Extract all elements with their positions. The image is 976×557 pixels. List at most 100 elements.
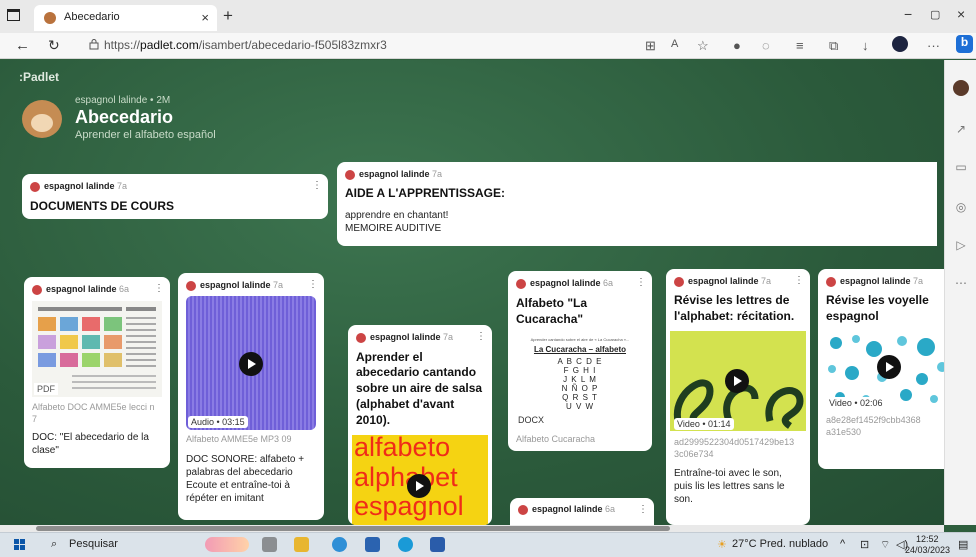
author-avatar [826,276,836,287]
tab-close-icon[interactable]: × [201,10,209,25]
thumb-word: espagnol [354,491,464,521]
card-title-line: Révise les voyelle [826,293,929,307]
author-avatar [186,280,196,291]
browser-tab-bar: Abecedario × + − ▢ × [0,0,976,33]
card-author: espagnol lalinde 7a [30,181,127,192]
card-menu-icon[interactable]: ⋮ [312,180,322,191]
card-menu-icon[interactable]: ⋮ [638,504,648,515]
card-menu-icon[interactable]: ⋮ [308,279,318,290]
section-card-aide[interactable]: espagnol lalinde 7a AIDE A L'APPRENTISSA… [337,162,937,246]
horizontal-scrollbar[interactable] [0,525,944,532]
app-icon[interactable]: ⊞ [645,38,656,54]
collections-icon[interactable]: ⧉ [829,38,838,54]
slideshow-icon[interactable]: ▭ [953,160,969,176]
more-options-icon[interactable]: ⋯ [953,276,969,292]
doc-line: U V W [565,402,595,411]
file-name: Alfabeto Cucaracha [516,434,596,444]
play-button[interactable] [877,355,901,379]
user-avatar[interactable] [953,80,969,96]
video-badge: Video • 02:06 [826,397,886,409]
window-menu-icon[interactable] [7,9,20,21]
author-avatar [32,284,42,295]
post-card-pdf[interactable]: espagnol lalinde 6a ⋮ PDF Alfabeto DOC A… [24,277,170,468]
search-icon[interactable]: ⌕ [51,538,57,551]
video-hash: a31e530 [826,427,862,437]
notification-center-icon[interactable]: ▤ [958,538,968,551]
favorite-icon[interactable]: ☆ [697,38,709,54]
back-icon[interactable]: ← [15,37,30,54]
store-icon[interactable] [365,537,380,552]
new-tab-button[interactable]: + [223,6,233,26]
tab-abecedario[interactable]: Abecedario × [34,5,217,31]
url-domain: padlet.com [140,38,199,52]
clock-time[interactable]: 12:52 [916,534,939,544]
taskbar-widget-icon[interactable] [205,537,249,552]
card-menu-icon[interactable]: ⋮ [636,277,646,288]
play-button[interactable] [239,352,263,376]
scrollbar-thumb[interactable] [36,526,670,531]
chrome-icon[interactable] [398,537,413,552]
clock-date[interactable]: 24/03/2023 [905,545,950,555]
post-card-recitation[interactable]: espagnol lalinde 7a ⋮ Révise les lettres… [666,269,810,525]
refresh-icon[interactable]: ↻ [48,37,60,54]
doc-line: N Ñ O P [561,384,599,393]
maximize-button[interactable]: ▢ [930,8,940,21]
play-slideshow-icon[interactable]: ▷ [953,238,969,254]
weather-text[interactable]: 27°C Pred. nublado [732,538,828,550]
card-author: espagnol lalinde 6a [518,504,615,515]
shield-icon[interactable]: ● [733,38,741,53]
section-card-documents[interactable]: espagnol lalinde 7a ⋮ DOCUMENTS DE COURS [22,174,328,219]
card-text-line: apprendre en chantant! [345,210,449,221]
post-card-audio[interactable]: espagnol lalinde 7a ⋮ Audio • 03:15 Alfa… [178,273,324,520]
card-text-line: répéter en imitant [186,493,264,504]
card-menu-icon[interactable]: ⋮ [794,275,804,286]
extensions-icon[interactable]: ◌ [762,38,770,53]
author-name: espagnol lalinde [46,284,117,294]
task-view-icon[interactable] [262,537,277,552]
card-text-line: DOC SONORE: alfabeto + [186,454,305,465]
bing-icon[interactable]: b [956,35,973,53]
card-author: espagnol lalinde 6a [516,278,613,289]
word-icon[interactable] [430,537,445,552]
author-avatar [356,332,366,343]
video-hash: a8e28ef1452f9cbb4368 [826,415,921,425]
edge-icon[interactable] [332,537,347,552]
file-type-badge: PDF [34,383,58,395]
window-close-button[interactable]: × [957,6,965,22]
post-card-cucaracha[interactable]: espagnol lalinde 6a ⋮ Alfabeto "La Cucar… [508,271,652,451]
favorites-list-icon[interactable]: ≡ [796,38,804,53]
card-text-line: Entraîne-toi avec le son, [674,468,782,479]
notifications-icon[interactable]: ◎ [953,200,969,216]
padlet-logo[interactable]: :Padlet [19,70,59,84]
download-icon[interactable]: ↓ [862,38,869,53]
doc-line: Q R S T [562,393,598,402]
more-icon[interactable]: ··· [927,38,940,53]
minimize-button[interactable]: − [904,6,912,22]
file-explorer-icon[interactable] [294,537,309,552]
url-field[interactable]: https://padlet.com/isambert/abecedario-f… [104,38,387,52]
play-button[interactable] [407,474,431,498]
post-card-partial[interactable]: espagnol lalinde 6a ⋮ [510,498,654,525]
windows-start-icon[interactable] [14,539,26,551]
profile-avatar[interactable] [892,36,908,52]
doc-line: A B C D E [557,357,603,366]
author-avatar [518,504,528,515]
padlet-board: :Padlet espagnol lalinde • 2M Abecedario… [0,60,944,525]
post-card-salsa[interactable]: espagnol lalinde 7a ⋮ Aprender el abeced… [348,325,492,525]
card-title-line: 2010). [356,413,391,427]
play-button[interactable] [725,369,749,393]
card-menu-icon[interactable]: ⋮ [476,331,486,342]
read-aloud-icon[interactable]: A [671,38,678,50]
network-icon[interactable]: ⊡ [860,538,869,551]
wifi-icon[interactable]: ⌔ [880,538,890,552]
tray-chevron-icon[interactable]: ^ [840,538,845,550]
post-age: 6a [603,278,614,288]
post-card-voyelles[interactable]: espagnol lalinde 7a Révise les voyelle e… [818,269,944,469]
post-age: 6a [119,284,130,294]
share-icon[interactable]: ↗ [953,122,969,138]
card-menu-icon[interactable]: ⋮ [154,283,164,294]
file-name: Alfabeto DOC AMME5e lecci n [32,402,155,412]
taskbar-search-box[interactable]: Pesquisar [69,538,118,550]
card-title: AIDE A L'APPRENTISSAGE: [345,186,505,200]
card-title-line: espagnol [826,309,879,323]
